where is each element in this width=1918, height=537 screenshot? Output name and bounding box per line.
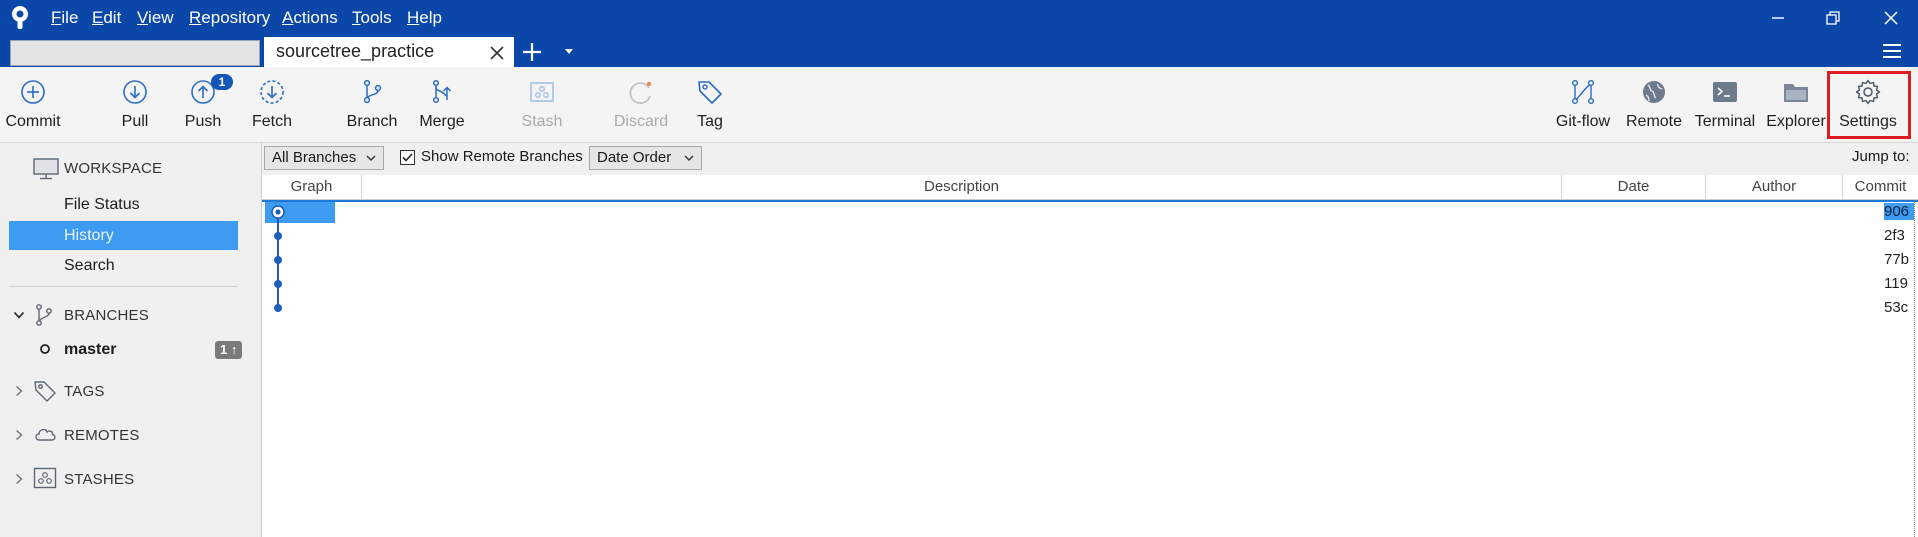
commit-node-icon xyxy=(274,280,282,288)
stash-icon xyxy=(33,467,57,489)
show-remote-branches-checkbox[interactable] xyxy=(400,150,415,165)
menu-repository[interactable]: Repository xyxy=(189,0,270,35)
menu-actions[interactable]: Actions xyxy=(282,0,338,35)
jump-to-label: Jump to: xyxy=(1852,148,1910,165)
commit-graph xyxy=(271,205,285,312)
ahead-count-badge: 1 ↑ xyxy=(215,341,243,359)
terminal-button[interactable]: Terminal xyxy=(1685,78,1765,138)
selected-row-indicator xyxy=(262,200,1918,202)
close-window-button[interactable] xyxy=(1868,0,1914,35)
restore-icon xyxy=(1826,10,1840,25)
branch-icon xyxy=(363,79,382,104)
branch-icon xyxy=(36,304,52,326)
sidebar-item-file-status[interactable]: File Status xyxy=(64,196,140,214)
workspace-heading: WORKSPACE xyxy=(64,160,163,177)
stash-icon xyxy=(530,82,554,102)
terminal-icon xyxy=(1713,82,1737,102)
column-header-graph[interactable]: Graph xyxy=(262,175,362,199)
tab-dropdown-icon[interactable] xyxy=(562,46,576,58)
order-select[interactable]: Date Order xyxy=(589,146,702,170)
column-header-commit[interactable]: Commit xyxy=(1843,175,1918,199)
chevron-right-icon[interactable] xyxy=(13,429,25,441)
globe-icon xyxy=(1643,81,1665,103)
commit-node-icon xyxy=(274,256,282,264)
merge-button[interactable]: Merge xyxy=(402,78,482,138)
sidebar-item-history-selected[interactable] xyxy=(9,221,238,250)
discard-button[interactable]: Discard xyxy=(601,78,681,138)
fetch-button[interactable]: Fetch xyxy=(232,78,312,138)
branches-filter-select[interactable]: All Branches xyxy=(264,146,384,170)
table-row-commit-hash[interactable]: 2f3 xyxy=(1884,227,1914,244)
column-header-date[interactable]: Date xyxy=(1562,175,1706,199)
column-header-description[interactable]: Description xyxy=(362,175,1562,199)
stashes-heading[interactable]: STASHES xyxy=(64,471,134,488)
tab-unnamed[interactable] xyxy=(10,40,260,66)
current-branch-circle-icon xyxy=(40,344,50,354)
column-header-author[interactable]: Author xyxy=(1706,175,1843,199)
checkmark-icon xyxy=(402,153,413,162)
menu-edit[interactable]: Edit xyxy=(92,0,121,35)
tags-heading[interactable]: TAGS xyxy=(64,383,105,400)
chevron-right-icon[interactable] xyxy=(13,473,25,485)
minimize-button[interactable] xyxy=(1755,0,1801,35)
chevron-down-icon[interactable] xyxy=(13,309,25,321)
close-icon xyxy=(1884,10,1898,25)
close-tab-icon[interactable] xyxy=(488,44,506,62)
pull-arrow-down-icon xyxy=(123,80,147,104)
sidebar-divider xyxy=(9,286,238,287)
table-row-commit-hash[interactable]: 77b xyxy=(1884,251,1914,268)
merge-icon xyxy=(432,79,452,104)
tag-icon xyxy=(698,81,722,104)
monitor-icon xyxy=(33,158,59,180)
sidebar-item-search[interactable]: Search xyxy=(64,257,115,275)
menu-file[interactable]: File xyxy=(51,0,78,35)
column-edge xyxy=(1914,200,1916,537)
new-tab-plus-icon[interactable] xyxy=(521,41,543,63)
chevron-right-icon[interactable] xyxy=(13,385,25,397)
hamburger-menu-icon[interactable] xyxy=(1880,40,1904,62)
discard-icon xyxy=(629,81,652,105)
commit-node-icon xyxy=(274,304,282,312)
chevron-down-icon xyxy=(366,155,376,161)
history-table xyxy=(262,175,1918,537)
table-row-commit-hash[interactable]: 119 xyxy=(1884,275,1914,292)
table-row-commit-hash[interactable]: 53c xyxy=(1884,299,1914,316)
branches-heading[interactable]: BRANCHES xyxy=(64,307,149,324)
menu-tools[interactable]: Tools xyxy=(352,0,392,35)
sidebar-item-history[interactable]: History xyxy=(64,227,114,245)
show-remote-branches-label[interactable]: Show Remote Branches xyxy=(421,148,583,165)
table-row-commit-hash[interactable]: 906 xyxy=(1884,203,1914,220)
push-count-badge: 1 xyxy=(211,74,233,90)
chevron-down-icon xyxy=(684,155,694,161)
explorer-button[interactable]: Explorer xyxy=(1756,78,1836,138)
fetch-icon xyxy=(260,80,284,104)
stash-button[interactable]: Stash xyxy=(502,78,582,138)
gitflow-icon xyxy=(1572,80,1595,105)
commit-button[interactable]: Commit xyxy=(0,78,73,138)
tab-label: sourcetree_practice xyxy=(276,41,435,61)
tab-sourcetree-practice[interactable]: sourcetree_practice xyxy=(264,37,514,68)
minimize-icon xyxy=(1772,16,1784,19)
commit-icon xyxy=(21,80,45,104)
menu-view[interactable]: View xyxy=(137,0,174,35)
commit-node-icon xyxy=(274,232,282,240)
sourcetree-logo-icon xyxy=(12,6,28,29)
folder-icon xyxy=(1784,84,1808,102)
tag-icon xyxy=(34,381,56,402)
gitflow-button[interactable]: Git-flow xyxy=(1543,78,1623,138)
restore-button[interactable] xyxy=(1810,0,1856,35)
cloud-icon xyxy=(35,428,56,441)
menu-help[interactable]: Help xyxy=(407,0,442,35)
settings-highlight-box xyxy=(1827,71,1911,139)
tag-button[interactable]: Tag xyxy=(670,78,750,138)
push-button[interactable]: 1 Push xyxy=(163,74,243,138)
branch-button[interactable]: Branch xyxy=(332,78,412,138)
branch-master[interactable]: master xyxy=(64,341,116,359)
remote-button[interactable]: Remote xyxy=(1614,78,1694,138)
remotes-heading[interactable]: REMOTES xyxy=(64,427,140,444)
